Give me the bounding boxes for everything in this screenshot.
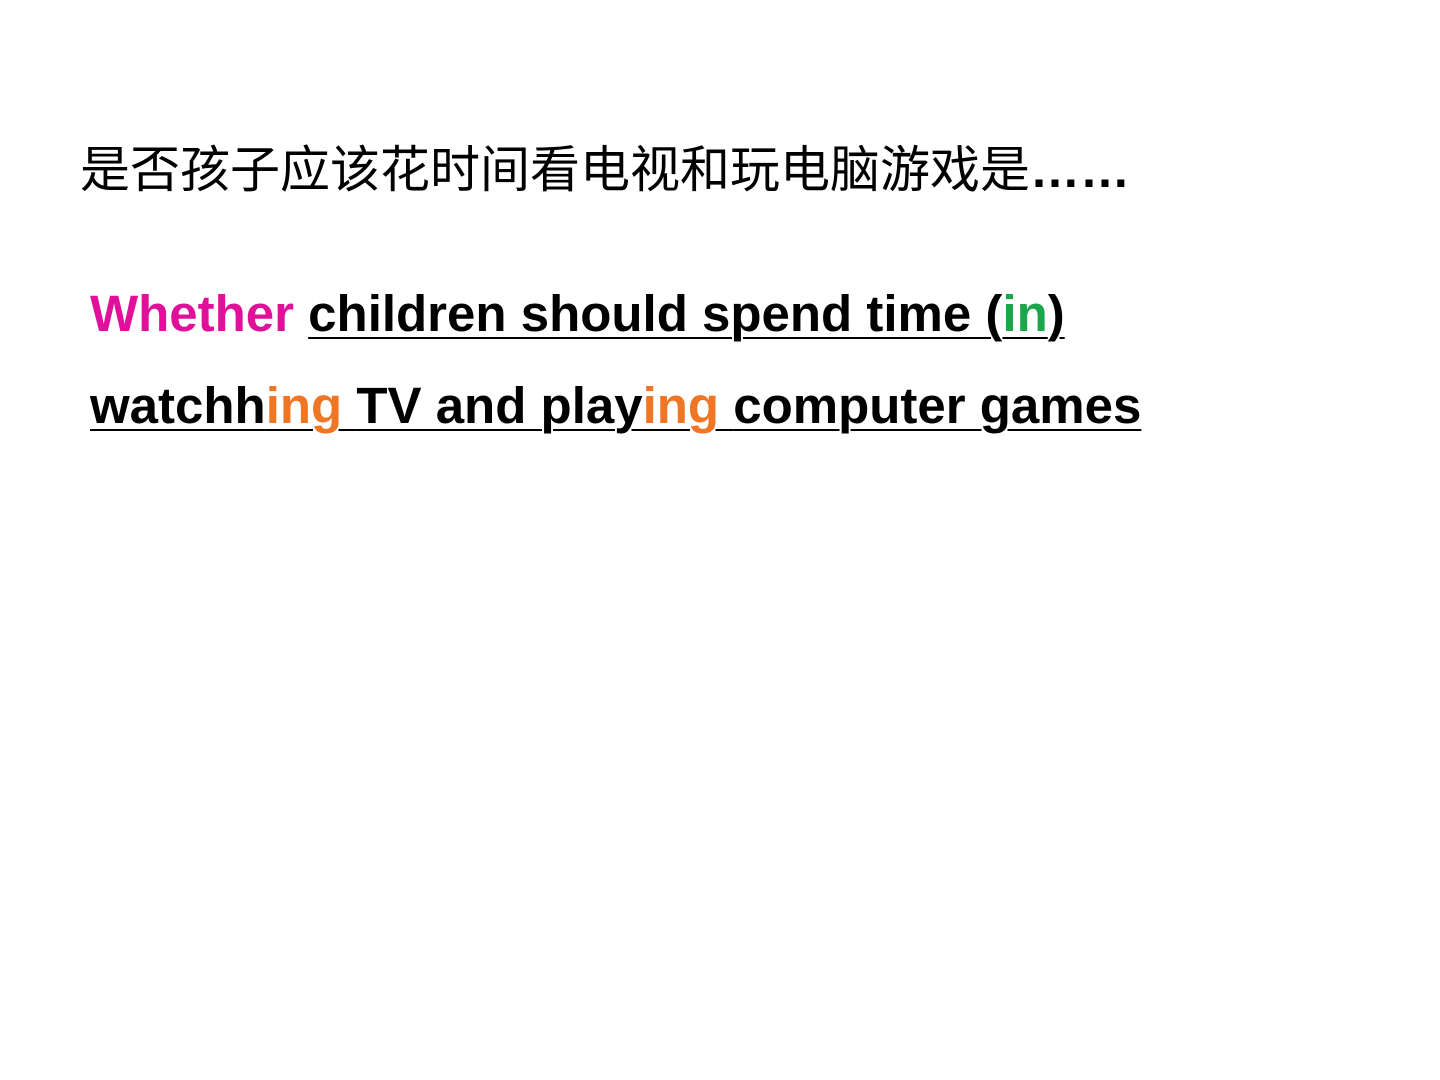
h-letter: h bbox=[234, 377, 266, 434]
sentence-line-1: Whether children should spend time (in) bbox=[90, 268, 1350, 360]
ending-text: computer games bbox=[733, 377, 1142, 434]
chinese-heading: 是否孩子应该花时间看电视和玩电脑游戏是…… bbox=[80, 140, 1130, 200]
word-whether: Whether bbox=[90, 285, 294, 342]
ing-suffix-playing: ing bbox=[642, 377, 734, 434]
sentence-line-2: watchhing TV and playing computer games bbox=[90, 360, 1350, 452]
word-in: in bbox=[1002, 285, 1048, 342]
underlined-clause-part-1: children should spend time (in) bbox=[308, 285, 1065, 342]
close-paren: ) bbox=[1047, 285, 1065, 342]
slide: 是否孩子应该花时间看电视和玩电脑游戏是…… Whether children s… bbox=[0, 0, 1440, 1080]
english-sentence: Whether children should spend time (in) … bbox=[90, 268, 1350, 452]
middle-text: TV and play bbox=[356, 377, 643, 434]
watch-stem: watch bbox=[90, 377, 235, 434]
heading-chinese-text: 是否孩子应该花时间看电视和玩电脑游戏是 bbox=[80, 141, 1030, 199]
heading-ellipsis: …… bbox=[1030, 142, 1130, 198]
ing-suffix-watching: ing bbox=[265, 377, 357, 434]
clause-main-text: children should spend time ( bbox=[308, 285, 1003, 342]
